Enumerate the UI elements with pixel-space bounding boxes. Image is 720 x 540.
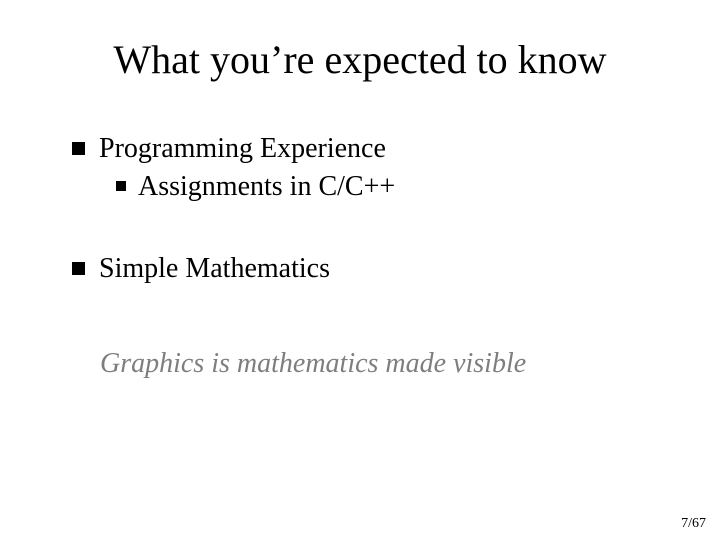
page-total: 67: [692, 516, 706, 531]
spacer: [72, 216, 660, 250]
square-bullet-icon: [72, 142, 85, 155]
bullet-item-1: Programming Experience Assignments in C/…: [72, 130, 660, 206]
slide: What you’re expected to know Programming…: [0, 0, 720, 540]
bullet-row: Simple Mathematics: [72, 250, 660, 288]
page-number: 7/67: [681, 516, 706, 532]
square-bullet-icon: [72, 262, 85, 275]
slide-body: Programming Experience Assignments in C/…: [72, 130, 660, 297]
bullet-1-label: Programming Experience: [99, 130, 660, 168]
bullet-item-2: Simple Mathematics: [72, 250, 660, 288]
bullet-2-label: Simple Mathematics: [99, 250, 660, 288]
sub-bullet-1-label: Assignments in C/C++: [138, 168, 395, 206]
quote-text: Graphics is mathematics made visible: [100, 348, 660, 380]
slide-title: What you’re expected to know: [0, 36, 720, 83]
small-square-bullet-icon: [116, 181, 126, 191]
bullet-row: Programming Experience: [72, 130, 660, 168]
sub-bullet-item-1: Assignments in C/C++: [116, 168, 660, 206]
